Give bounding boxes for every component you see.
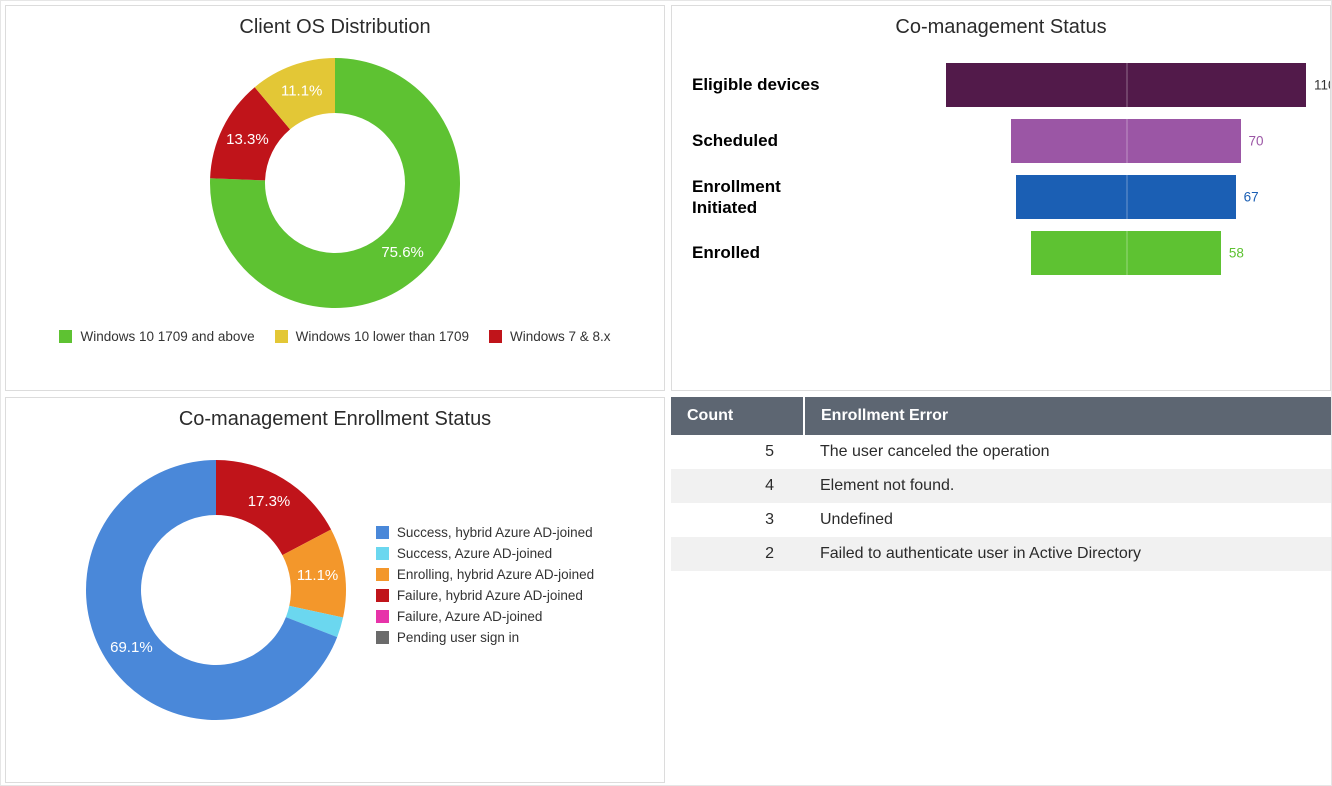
funnel-label: Enrolled — [682, 242, 942, 263]
legend-item[interactable]: Pending user sign in — [376, 630, 594, 645]
legend-label: Pending user sign in — [397, 630, 519, 645]
funnel-label: Eligible devices — [682, 74, 942, 95]
legend-item[interactable]: Windows 10 lower than 1709 — [275, 329, 469, 344]
legend-swatch — [376, 631, 389, 644]
cell-error: Undefined — [804, 503, 1331, 537]
cell-error: Element not found. — [804, 469, 1331, 503]
funnel-value: 110 — [1314, 78, 1331, 93]
donut-segment-label: 75.6% — [381, 244, 424, 261]
funnel-row[interactable]: Scheduled 70 — [682, 119, 1310, 163]
funnel-label: EnrollmentInitiated — [682, 176, 942, 219]
funnel-bar[interactable]: 110 — [946, 63, 1306, 107]
funnel-label: Scheduled — [682, 130, 942, 151]
tile-comgmt-status: Co-management Status Eligible devices110… — [671, 5, 1331, 391]
funnel-bar-zone: 110 — [942, 63, 1310, 107]
tile-title: Co-management Enrollment Status — [6, 408, 664, 431]
legend-swatch — [376, 526, 389, 539]
tile-error-table: Count Enrollment Error 5The user cancele… — [671, 397, 1331, 783]
cell-error: The user canceled the operation — [804, 435, 1331, 469]
cell-count: 4 — [671, 469, 804, 503]
funnel-bar[interactable]: 67 — [1016, 175, 1235, 219]
legend-label: Enrolling, hybrid Azure AD-joined — [397, 567, 594, 582]
legend-label: Success, hybrid Azure AD-joined — [397, 525, 593, 540]
funnel-row[interactable]: Eligible devices110 — [682, 63, 1310, 107]
legend-swatch — [376, 568, 389, 581]
tile-title: Co-management Status — [672, 16, 1330, 39]
legend-label: Failure, hybrid Azure AD-joined — [397, 588, 583, 603]
legend-label: Windows 7 & 8.x — [510, 329, 611, 344]
legend-enroll: Success, hybrid Azure AD-joined Success, … — [376, 525, 604, 645]
col-header-count[interactable]: Count — [671, 397, 804, 435]
legend-item[interactable]: Failure, hybrid Azure AD-joined — [376, 588, 594, 603]
legend-item[interactable]: Failure, Azure AD-joined — [376, 609, 594, 624]
funnel-value: 70 — [1249, 134, 1264, 149]
legend-label: Windows 10 1709 and above — [80, 329, 254, 344]
funnel-chart[interactable]: Eligible devices110Scheduled70Enrollment… — [672, 43, 1330, 285]
tile-title: Client OS Distribution — [6, 16, 664, 39]
legend-swatch — [489, 330, 502, 343]
tile-client-os-distribution: Client OS Distribution 75.6% 13.3% 11.1% W… — [5, 5, 665, 391]
legend-item[interactable]: Success, hybrid Azure AD-joined — [376, 525, 594, 540]
donut-chart-os[interactable]: 75.6% 13.3% 11.1% — [185, 43, 485, 323]
error-table: Count Enrollment Error 5The user cancele… — [671, 397, 1331, 571]
funnel-bar-zone: 67 — [942, 175, 1310, 219]
legend-label: Failure, Azure AD-joined — [397, 609, 543, 624]
table-row[interactable]: 3Undefined — [671, 503, 1331, 537]
legend-item[interactable]: Windows 7 & 8.x — [489, 329, 611, 344]
funnel-row[interactable]: Enrolled 58 — [682, 231, 1310, 275]
funnel-bar[interactable]: 58 — [1031, 231, 1221, 275]
legend-swatch — [59, 330, 72, 343]
donut-segment-label: 11.1% — [281, 82, 322, 99]
funnel-value: 67 — [1244, 190, 1259, 205]
legend-label: Success, Azure AD-joined — [397, 546, 552, 561]
funnel-bar[interactable]: 70 — [1011, 119, 1240, 163]
cell-count: 5 — [671, 435, 804, 469]
dashboard: Client OS Distribution 75.6% 13.3% 11.1% W… — [0, 0, 1332, 786]
cell-count: 3 — [671, 503, 804, 537]
legend-swatch — [275, 330, 288, 343]
cell-error: Failed to authenticate user in Active Di… — [804, 537, 1331, 571]
table-row[interactable]: 5The user canceled the operation — [671, 435, 1331, 469]
donut-segment-label: 13.3% — [226, 131, 269, 148]
funnel-row[interactable]: EnrollmentInitiated 67 — [682, 175, 1310, 219]
donut-chart-enroll[interactable]: 17.3% 11.1% 69.1% — [66, 435, 366, 735]
legend-item[interactable]: Success, Azure AD-joined — [376, 546, 594, 561]
table-row[interactable]: 4Element not found. — [671, 469, 1331, 503]
donut-segment-label: 11.1% — [297, 567, 338, 584]
funnel-bar-zone: 70 — [942, 119, 1310, 163]
legend-swatch — [376, 610, 389, 623]
funnel-bar-zone: 58 — [942, 231, 1310, 275]
legend-label: Windows 10 lower than 1709 — [296, 329, 469, 344]
funnel-value: 58 — [1229, 246, 1244, 261]
legend-item[interactable]: Windows 10 1709 and above — [59, 329, 254, 344]
table-row[interactable]: 2Failed to authenticate user in Active D… — [671, 537, 1331, 571]
legend-item[interactable]: Enrolling, hybrid Azure AD-joined — [376, 567, 594, 582]
donut-segment-label: 17.3% — [248, 493, 291, 510]
legend-os: Windows 10 1709 and above Windows 10 lowe… — [49, 323, 620, 354]
donut-segment-label: 69.1% — [110, 639, 153, 656]
legend-swatch — [376, 547, 389, 560]
cell-count: 2 — [671, 537, 804, 571]
col-header-error[interactable]: Enrollment Error — [804, 397, 1331, 435]
legend-swatch — [376, 589, 389, 602]
tile-enrollment-status: Co-management Enrollment Status 17.3% 11.… — [5, 397, 665, 783]
